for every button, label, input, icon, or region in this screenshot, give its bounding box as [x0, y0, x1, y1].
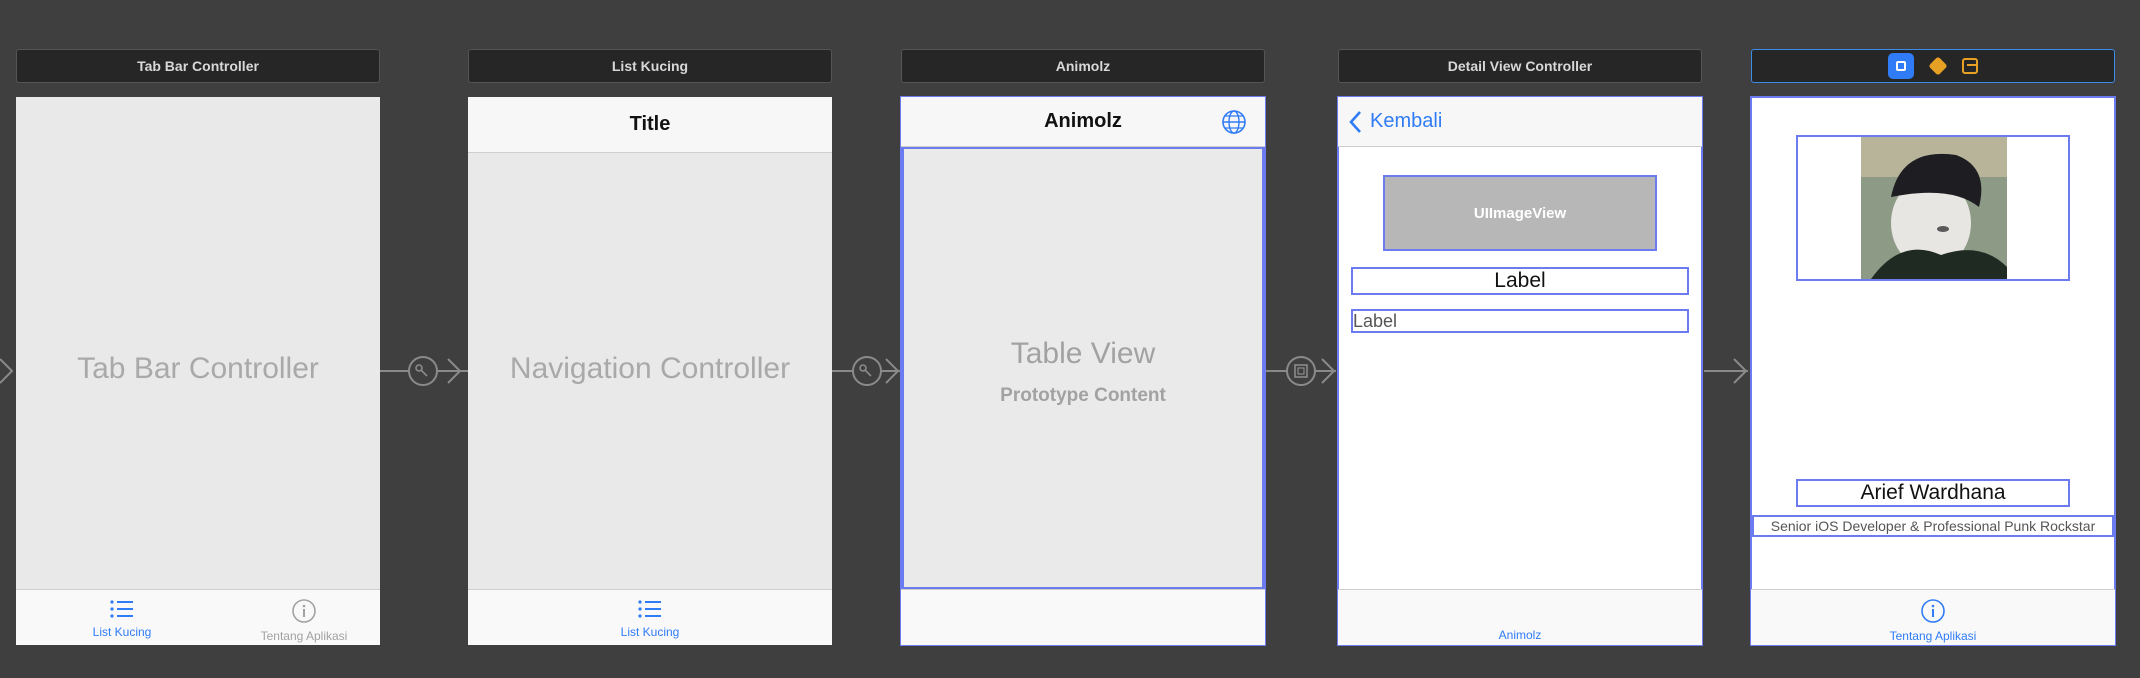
back-label: Kembali	[1370, 110, 1443, 132]
relationship-segue-icon[interactable]	[408, 356, 438, 386]
list-icon	[638, 600, 661, 618]
label-text: Label	[1494, 269, 1546, 292]
name-text: Arief Wardhana	[1860, 481, 2006, 504]
list-icon	[110, 600, 133, 618]
tab-label: Animolz	[1498, 628, 1542, 642]
globe-icon[interactable]	[1221, 109, 1247, 135]
scene-header[interactable]: Animolz	[901, 49, 1265, 83]
tab-bar[interactable]: Animolz	[1338, 589, 1702, 645]
scene-header[interactable]: List Kucing	[468, 49, 832, 83]
scene-canvas[interactable]: Title Navigation Controller List Kucing	[468, 97, 832, 645]
tab-tentang-aplikasi[interactable]: Tentang Aplikasi	[1873, 598, 1993, 643]
image-view-label: UIImageView	[1473, 204, 1567, 222]
chevron-left-icon	[1349, 110, 1361, 133]
tab-list-kucing[interactable]: List Kucing	[62, 598, 182, 639]
tab-bar[interactable]: List Kucing Tentang Aplikasi	[16, 589, 380, 645]
tab-animolz[interactable]: Animolz	[1460, 628, 1580, 642]
navigation-bar[interactable]: Animolz	[901, 97, 1265, 147]
view-controller-icon[interactable]	[1888, 53, 1914, 79]
scene-canvas[interactable]: Arief Wardhana Senior iOS Developer & Pr…	[1750, 96, 2116, 646]
back-button[interactable]: Kembali	[1348, 109, 1442, 135]
info-icon	[292, 599, 316, 623]
label-text: Label	[1353, 311, 1398, 331]
name-label[interactable]: Arief Wardhana	[1796, 479, 2070, 507]
segue-arrow	[1321, 358, 1336, 384]
relationship-segue-icon[interactable]	[852, 356, 882, 386]
nav-title: Title	[629, 113, 671, 135]
image-view[interactable]: UIImageView	[1383, 175, 1657, 251]
tab-label: Tentang Aplikasi	[1889, 629, 1977, 643]
profile-photo	[1861, 137, 2007, 279]
placeholder-title: Navigation Controller	[509, 352, 791, 385]
scene-canvas[interactable]: Kembali UIImageView Label Label Animolz	[1337, 96, 1703, 646]
tab-label: List Kucing	[92, 625, 152, 639]
profile-image-view[interactable]	[1796, 135, 2070, 281]
label-description[interactable]: Label	[1351, 309, 1689, 333]
label-title[interactable]: Label	[1351, 267, 1689, 295]
navigation-bar[interactable]: Title	[468, 97, 832, 153]
tab-tentang-aplikasi[interactable]: Tentang Aplikasi	[244, 598, 364, 643]
nav-title: Animolz	[1044, 110, 1122, 132]
bio-text: Senior iOS Developer & Professional Punk…	[1770, 518, 2096, 534]
tab-label: List Kucing	[620, 625, 680, 639]
segue-arrow	[447, 358, 462, 384]
exit-icon[interactable]	[1962, 58, 1978, 74]
scene-canvas[interactable]: Tab Bar Controller List Kucing Tentang A…	[16, 97, 380, 645]
scene-header[interactable]: Tab Bar Controller	[16, 49, 380, 83]
bio-label[interactable]: Senior iOS Developer & Professional Punk…	[1752, 515, 2114, 537]
scene-header[interactable]	[1751, 49, 2115, 83]
show-segue-icon[interactable]	[1286, 356, 1316, 386]
tab-bar[interactable]: Tentang Aplikasi	[1751, 589, 2115, 645]
tab-list-kucing[interactable]: List Kucing	[590, 598, 710, 639]
tab-bar[interactable]: List Kucing	[468, 589, 832, 645]
tab-label: Tentang Aplikasi	[260, 629, 348, 643]
navigation-bar[interactable]: Kembali	[1338, 97, 1702, 147]
table-view-label: Table View	[1010, 337, 1156, 370]
entry-arrow	[0, 358, 14, 384]
table-view[interactable]: Table View Prototype Content	[902, 147, 1264, 589]
prototype-content-label: Prototype Content	[1000, 385, 1166, 406]
first-responder-icon[interactable]	[1928, 56, 1948, 76]
info-icon	[1921, 599, 1945, 623]
segue-arrow	[1733, 358, 1748, 384]
tab-bar[interactable]	[901, 589, 1265, 645]
scene-header[interactable]: Detail View Controller	[1338, 49, 1702, 83]
scene-canvas[interactable]: Animolz Table View Prototype Content	[900, 96, 1266, 646]
placeholder-title: Tab Bar Controller	[77, 352, 319, 385]
